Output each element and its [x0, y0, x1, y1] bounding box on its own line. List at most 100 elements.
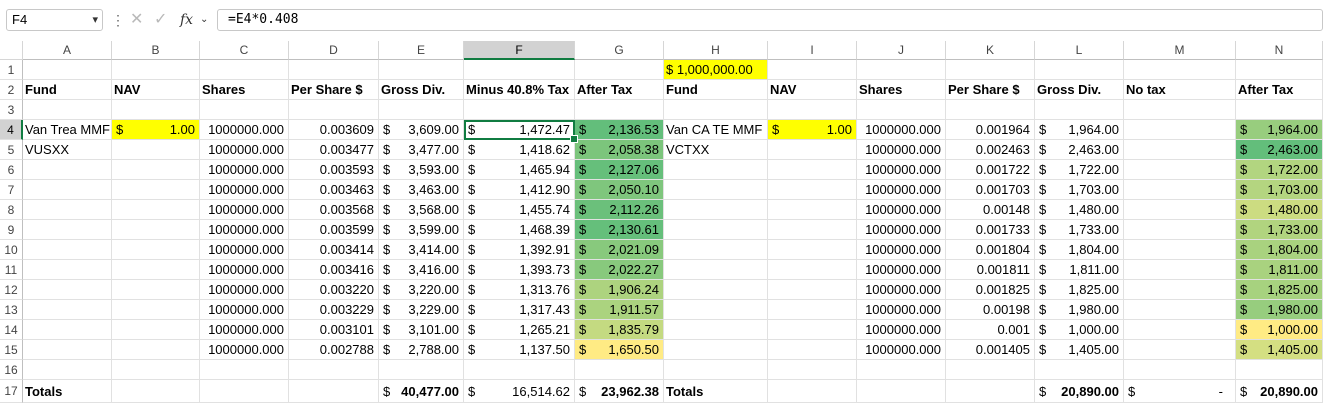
column-header-e[interactable]: E [379, 41, 464, 60]
column-header-i[interactable]: I [768, 41, 857, 60]
cell-f9[interactable]: $1,468.39 [464, 220, 575, 240]
cell-b8[interactable] [112, 200, 200, 220]
cell-k9[interactable]: 0.001733 [946, 220, 1035, 240]
cell-f3[interactable] [464, 100, 575, 120]
cell-j1[interactable] [857, 60, 946, 80]
cell-m13[interactable] [1124, 300, 1236, 320]
cell-f12[interactable]: $1,313.76 [464, 280, 575, 300]
row-header-2[interactable]: 2 [0, 80, 23, 100]
chevron-down-icon[interactable]: ⌄ [200, 9, 212, 31]
cell-c15[interactable]: 1000000.000 [200, 340, 289, 360]
cell-e11[interactable]: $3,416.00 [379, 260, 464, 280]
cell-k3[interactable] [946, 100, 1035, 120]
cell-d4[interactable]: 0.003609 [289, 120, 379, 140]
cell-e1[interactable] [379, 60, 464, 80]
header-cell-i[interactable]: NAV [768, 80, 857, 100]
cell-l12[interactable]: $1,825.00 [1035, 280, 1124, 300]
cell-d6[interactable]: 0.003593 [289, 160, 379, 180]
cell-b15[interactable] [112, 340, 200, 360]
cell-b14[interactable] [112, 320, 200, 340]
cell-e6[interactable]: $3,593.00 [379, 160, 464, 180]
cell-f5[interactable]: $1,418.62 [464, 140, 575, 160]
cell-h12[interactable] [664, 280, 768, 300]
cell-j17[interactable] [857, 380, 946, 403]
row-header-7[interactable]: 7 [0, 180, 23, 200]
cell-m12[interactable] [1124, 280, 1236, 300]
cell-j8[interactable]: 1000000.000 [857, 200, 946, 220]
cell-g8[interactable]: $2,112.26 [575, 200, 664, 220]
header-cell-a[interactable]: Fund [23, 80, 112, 100]
cell-e7[interactable]: $3,463.00 [379, 180, 464, 200]
cell-a13[interactable] [23, 300, 112, 320]
cell-e16[interactable] [379, 360, 464, 380]
cell-d16[interactable] [289, 360, 379, 380]
cell-l8[interactable]: $1,480.00 [1035, 200, 1124, 220]
cell-m1[interactable] [1124, 60, 1236, 80]
cell-l9[interactable]: $1,733.00 [1035, 220, 1124, 240]
cell-n6[interactable]: $1,722.00 [1236, 160, 1323, 180]
cell-n15[interactable]: $1,405.00 [1236, 340, 1323, 360]
cell-i14[interactable] [768, 320, 857, 340]
cell-d3[interactable] [289, 100, 379, 120]
cell-i9[interactable] [768, 220, 857, 240]
cell-l7[interactable]: $1,703.00 [1035, 180, 1124, 200]
cell-h16[interactable] [664, 360, 768, 380]
row-header-15[interactable]: 15 [0, 340, 23, 360]
cell-e4[interactable]: $3,609.00 [379, 120, 464, 140]
cell-b3[interactable] [112, 100, 200, 120]
column-header-n[interactable]: N [1236, 41, 1323, 60]
cell-g6[interactable]: $2,127.06 [575, 160, 664, 180]
header-cell-l[interactable]: Gross Div. [1035, 80, 1124, 100]
cell-f17[interactable]: $16,514.62 [464, 380, 575, 403]
cell-j11[interactable]: 1000000.000 [857, 260, 946, 280]
cell-l4[interactable]: $1,964.00 [1035, 120, 1124, 140]
cell-k7[interactable]: 0.001703 [946, 180, 1035, 200]
row-header-10[interactable]: 10 [0, 240, 23, 260]
cell-h7[interactable] [664, 180, 768, 200]
row-header-11[interactable]: 11 [0, 260, 23, 280]
cell-h3[interactable] [664, 100, 768, 120]
cell-e15[interactable]: $2,788.00 [379, 340, 464, 360]
column-header-l[interactable]: L [1035, 41, 1124, 60]
cell-d14[interactable]: 0.003101 [289, 320, 379, 340]
cell-b5[interactable] [112, 140, 200, 160]
cell-i13[interactable] [768, 300, 857, 320]
cell-g17[interactable]: $23,962.38 [575, 380, 664, 403]
cell-c17[interactable] [200, 380, 289, 403]
cell-e14[interactable]: $3,101.00 [379, 320, 464, 340]
cell-i7[interactable] [768, 180, 857, 200]
cell-i4[interactable]: $1.00 [768, 120, 857, 140]
column-header-h[interactable]: H [664, 41, 768, 60]
cell-c12[interactable]: 1000000.000 [200, 280, 289, 300]
cell-b17[interactable] [112, 380, 200, 403]
cell-d17[interactable] [289, 380, 379, 403]
cell-j13[interactable]: 1000000.000 [857, 300, 946, 320]
cell-d10[interactable]: 0.003414 [289, 240, 379, 260]
cell-k1[interactable] [946, 60, 1035, 80]
cell-e17[interactable]: $40,477.00 [379, 380, 464, 403]
cell-k16[interactable] [946, 360, 1035, 380]
cell-d5[interactable]: 0.003477 [289, 140, 379, 160]
header-cell-e[interactable]: Gross Div. [379, 80, 464, 100]
cell-f11[interactable]: $1,393.73 [464, 260, 575, 280]
cell-d12[interactable]: 0.003220 [289, 280, 379, 300]
cell-m8[interactable] [1124, 200, 1236, 220]
cell-m14[interactable] [1124, 320, 1236, 340]
cell-i6[interactable] [768, 160, 857, 180]
cell-b13[interactable] [112, 300, 200, 320]
row-header-13[interactable]: 13 [0, 300, 23, 320]
cell-m10[interactable] [1124, 240, 1236, 260]
cell-g3[interactable] [575, 100, 664, 120]
cell-k6[interactable]: 0.001722 [946, 160, 1035, 180]
cell-g10[interactable]: $2,021.09 [575, 240, 664, 260]
row-header-8[interactable]: 8 [0, 200, 23, 220]
header-cell-h[interactable]: Fund [664, 80, 768, 100]
cell-k8[interactable]: 0.00148 [946, 200, 1035, 220]
cell-d7[interactable]: 0.003463 [289, 180, 379, 200]
cell-l5[interactable]: $2,463.00 [1035, 140, 1124, 160]
cell-k14[interactable]: 0.001 [946, 320, 1035, 340]
cell-g16[interactable] [575, 360, 664, 380]
cell-h14[interactable] [664, 320, 768, 340]
cell-j7[interactable]: 1000000.000 [857, 180, 946, 200]
cell-a12[interactable] [23, 280, 112, 300]
